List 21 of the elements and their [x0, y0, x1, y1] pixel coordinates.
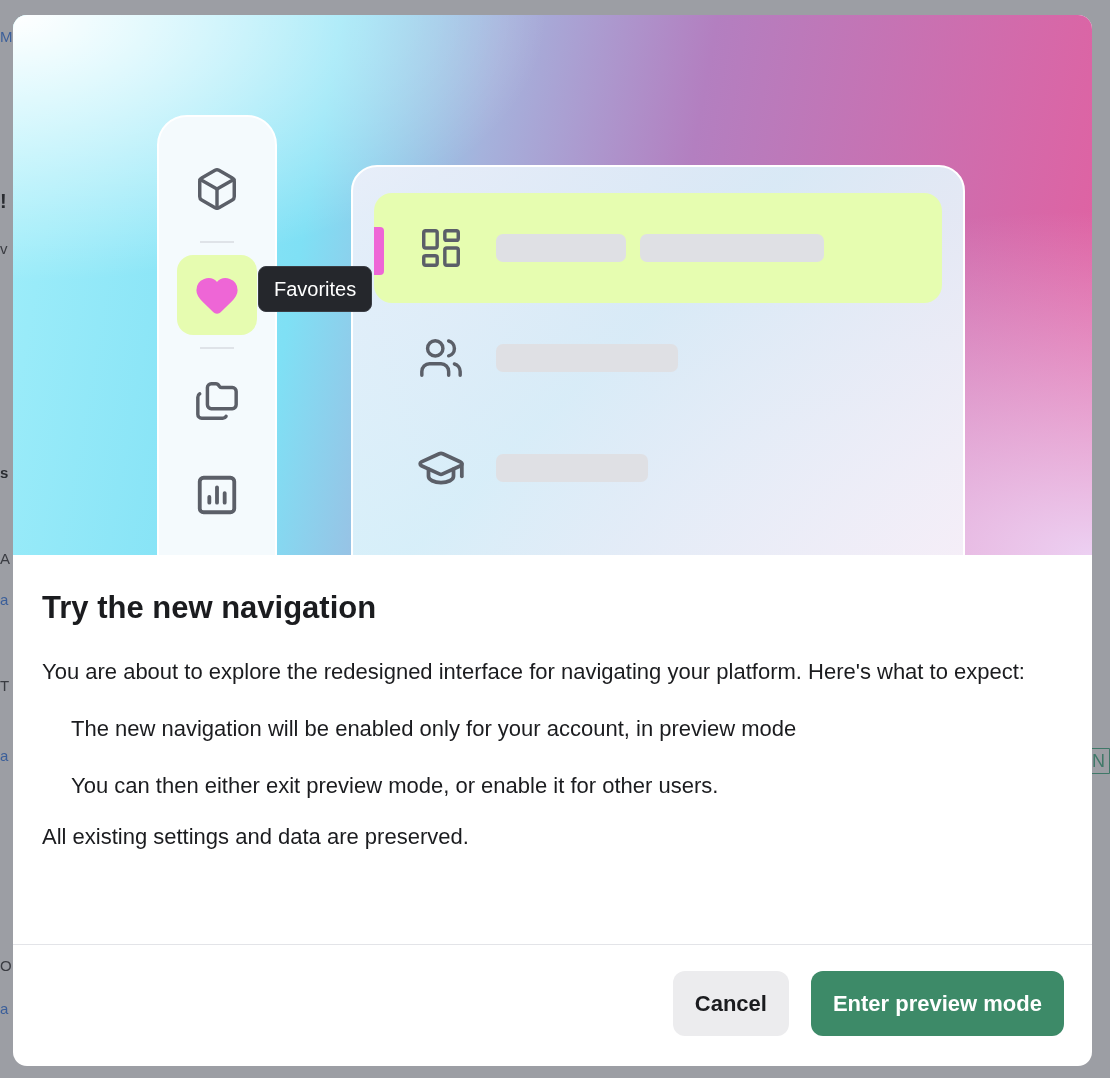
- background-text: a: [0, 999, 10, 1019]
- point-text: You can then either exit preview mode, or enable it for other users.: [71, 772, 720, 800]
- background-text: s: [0, 463, 10, 483]
- background-text: A: [0, 549, 11, 569]
- background-text: M: [0, 27, 12, 47]
- background-text: O: [0, 956, 12, 976]
- rail-item[interactable]: [177, 255, 257, 335]
- background-text: !: [0, 189, 8, 214]
- intro-text: You are about to explore the redesigned interface for navigating your platform. Here's what to expect:: [42, 658, 1026, 686]
- primary-button[interactable]: Enter preview mode: [810, 971, 1064, 1036]
- cancel-button[interactable]: Cancel: [672, 971, 789, 1036]
- list-row[interactable]: [374, 193, 942, 303]
- background-text: T: [0, 676, 11, 696]
- background-text: a: [0, 590, 10, 610]
- background-text: v: [0, 239, 9, 259]
- dialog-title: Try the new navigation: [42, 589, 378, 627]
- tooltip: Favorites: [258, 266, 373, 312]
- background-text: a: [0, 746, 10, 766]
- point-text: The new navigation will be enabled only for your account, in preview mode: [71, 715, 798, 743]
- selection-indicator: [374, 227, 384, 275]
- outro-text: All existing settings and data are preserved.: [42, 823, 470, 851]
